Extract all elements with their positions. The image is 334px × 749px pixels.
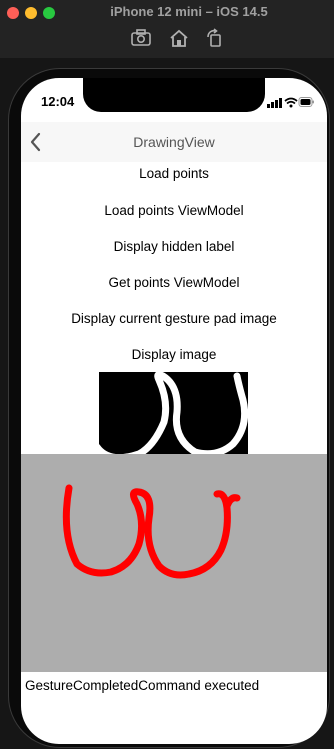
- home-icon[interactable]: [168, 28, 190, 48]
- status-icons: [267, 95, 315, 108]
- simulator-titlebar: iPhone 12 mini – iOS 14.5: [0, 0, 334, 58]
- gesture-status-label: GestureCompletedCommand executed: [25, 678, 260, 693]
- nav-title: DrawingView: [133, 134, 215, 150]
- close-window-button[interactable]: [7, 7, 19, 19]
- screenshot-icon[interactable]: [130, 28, 152, 48]
- get-points-viewmodel-button[interactable]: Get points ViewModel: [21, 271, 327, 295]
- navigation-bar: DrawingView: [21, 122, 327, 162]
- back-button[interactable]: [25, 129, 47, 155]
- rotate-icon[interactable]: [204, 28, 226, 48]
- wifi-icon: [284, 97, 298, 108]
- load-points-button[interactable]: Load points: [21, 162, 327, 186]
- display-image-button[interactable]: Display image: [21, 343, 327, 367]
- zoom-window-button[interactable]: [43, 7, 55, 19]
- phone-screen: 12:04 DrawingView Load points Load point…: [21, 78, 327, 744]
- load-points-viewmodel-button[interactable]: Load points ViewModel: [21, 199, 327, 223]
- drawing-image-view: [99, 372, 248, 454]
- window-title: iPhone 12 mini – iOS 14.5: [110, 4, 268, 19]
- status-time: 12:04: [41, 94, 75, 109]
- chevron-left-icon: [30, 132, 41, 152]
- minimize-window-button[interactable]: [25, 7, 37, 19]
- gesture-drawing-pad[interactable]: [21, 454, 327, 672]
- display-hidden-label-button[interactable]: Display hidden label: [21, 235, 327, 259]
- signal-icon: [267, 98, 282, 108]
- display-gesture-pad-image-button[interactable]: Display current gesture pad image: [21, 307, 327, 331]
- notch: [83, 78, 265, 112]
- battery-icon: [298, 97, 314, 107]
